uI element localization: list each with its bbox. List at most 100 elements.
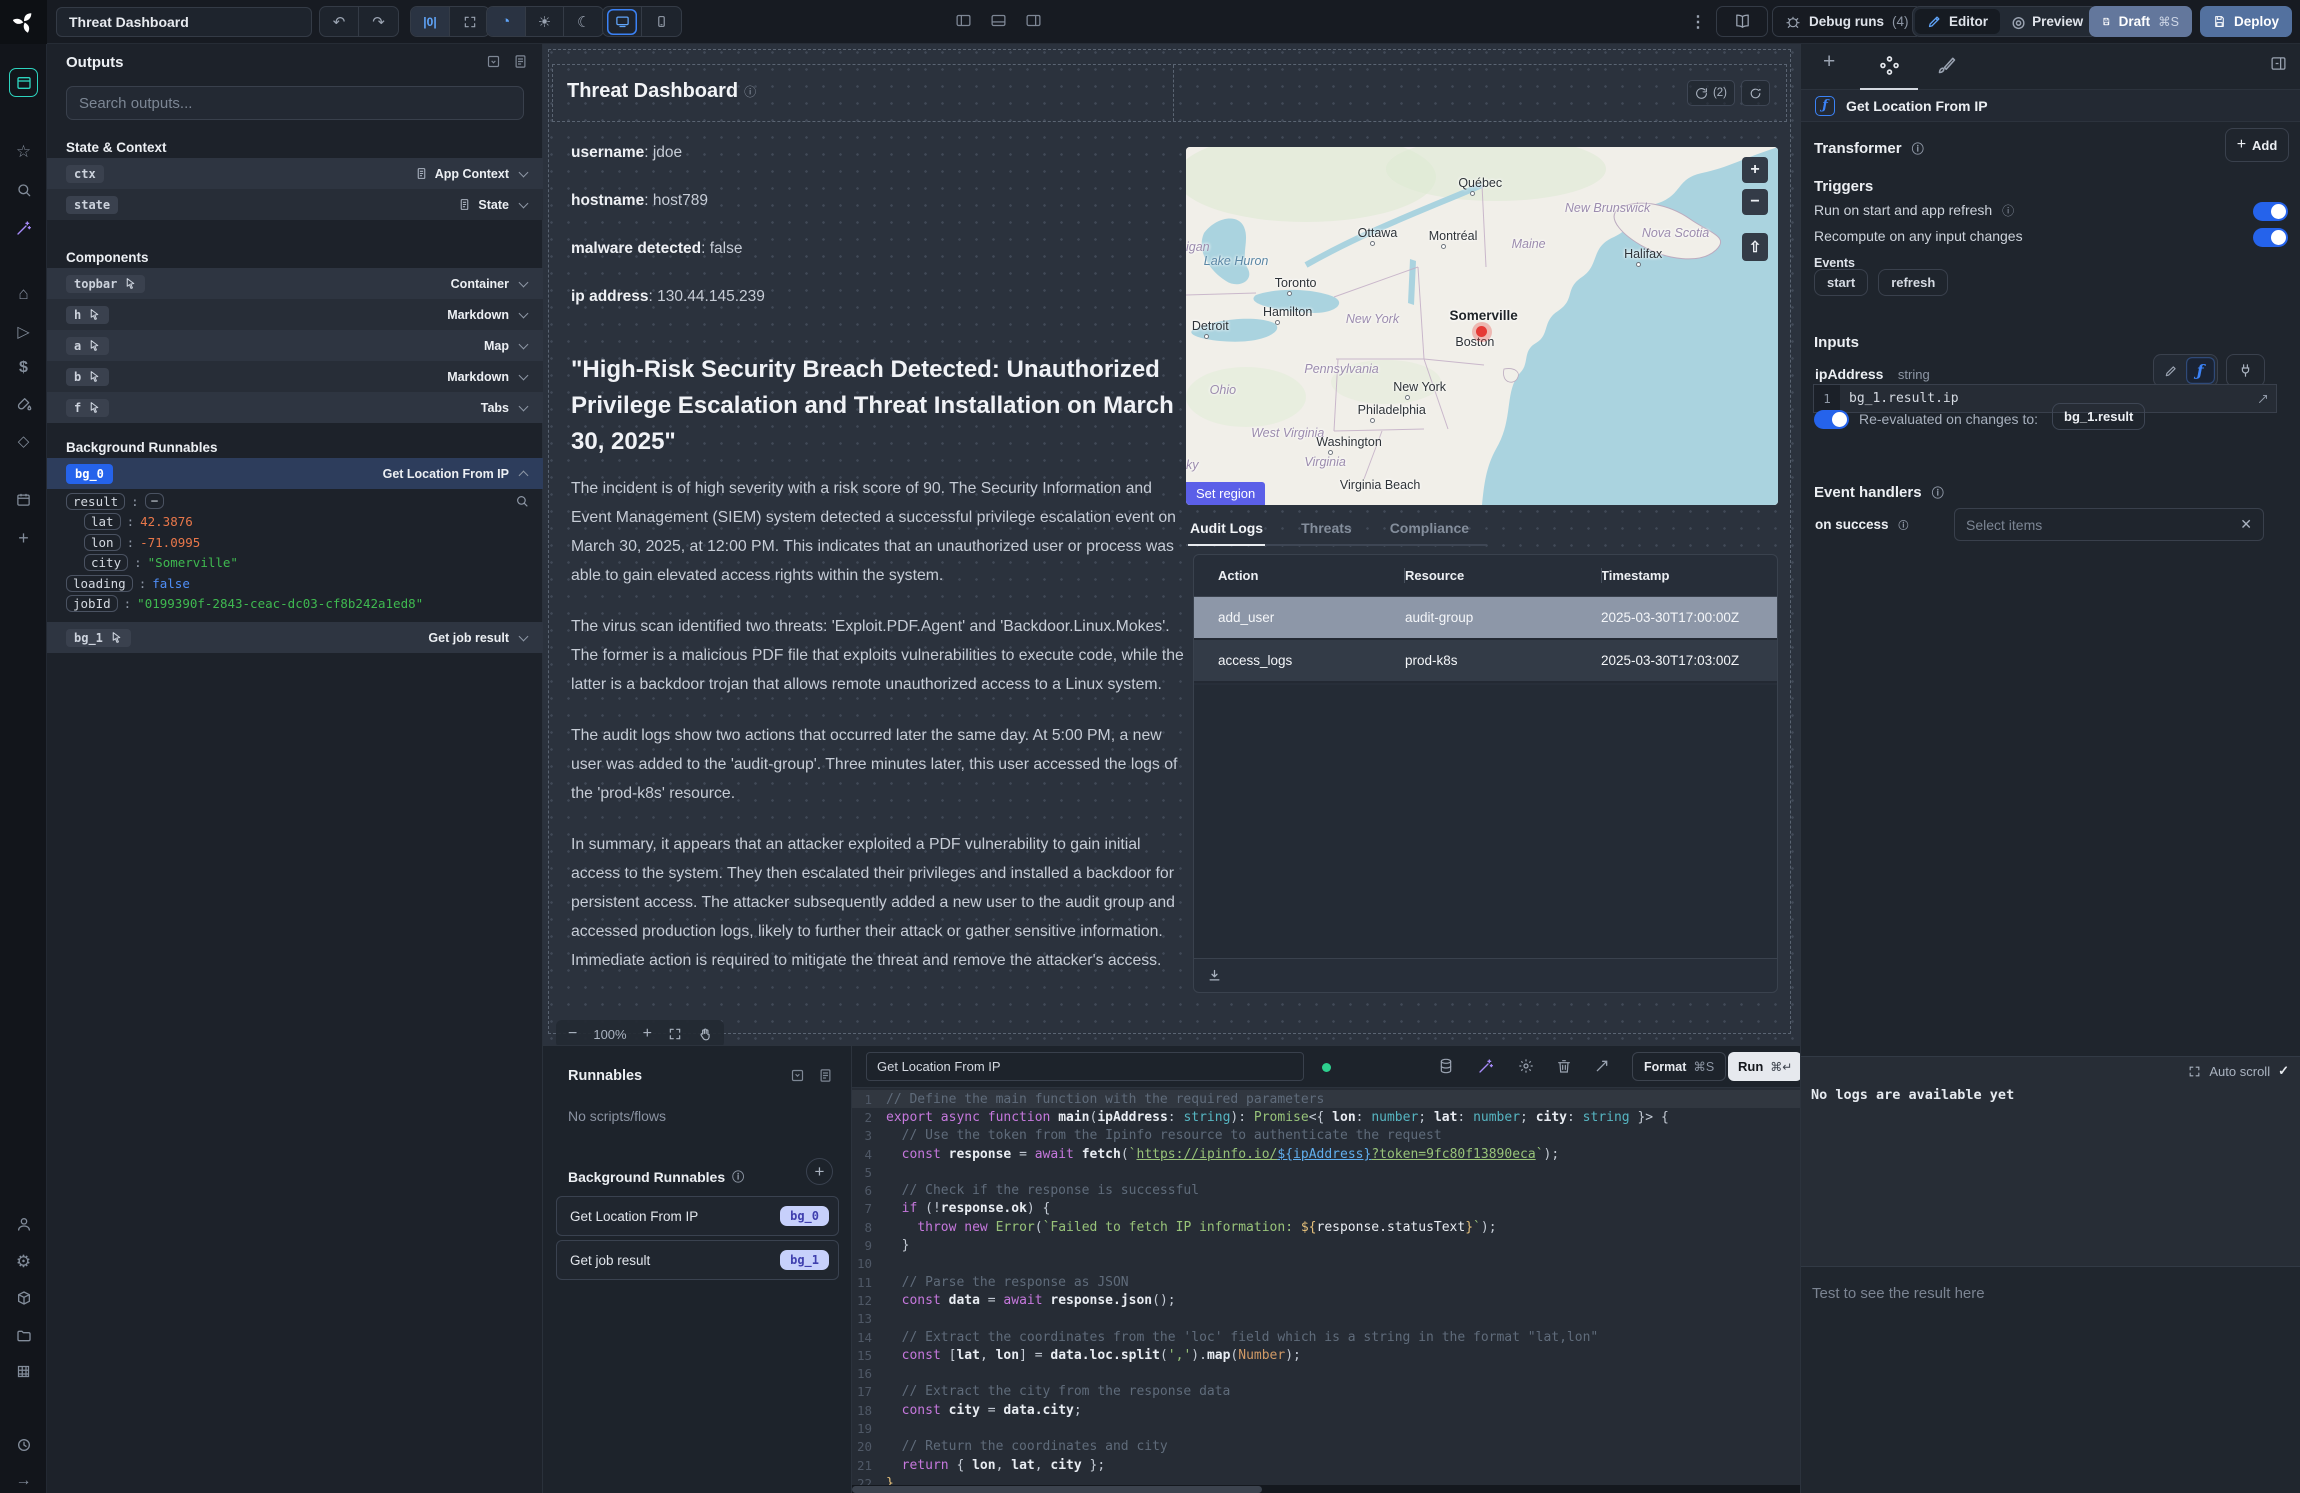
- recent-nav-item[interactable]: [0, 1437, 47, 1453]
- chevron-down-icon[interactable]: [519, 401, 529, 411]
- input-expression-editor[interactable]: 1 bg_1.result.ip: [1813, 384, 2277, 413]
- redo-button[interactable]: ↷: [359, 7, 398, 36]
- folders-nav-item[interactable]: [0, 1328, 47, 1344]
- preview-mode-tab[interactable]: ◎ Preview: [2000, 9, 2095, 34]
- tab-audit-logs[interactable]: Audit Logs: [1188, 514, 1265, 546]
- sidebar-row-topbar[interactable]: topbarContainer: [47, 268, 543, 299]
- format-button[interactable]: Format ⌘S: [1632, 1052, 1726, 1081]
- output-key-b[interactable]: b: [66, 368, 109, 386]
- chevron-down-icon[interactable]: [519, 308, 529, 318]
- debug-runs-button[interactable]: Debug runs (4): [1772, 6, 1922, 37]
- settings-nav-item[interactable]: ⚙: [0, 1252, 47, 1272]
- map-marker[interactable]: [1476, 326, 1487, 337]
- table-row[interactable]: add_useraudit-group2025-03-30T17:00:00Z: [1194, 597, 1777, 640]
- zoom-in-button[interactable]: +: [643, 1025, 652, 1043]
- runs-nav-item[interactable]: ▷: [0, 322, 47, 342]
- zoom-out-button[interactable]: −: [568, 1025, 577, 1043]
- fit-view-button[interactable]: [668, 1027, 682, 1041]
- chevron-down-icon[interactable]: [519, 277, 529, 287]
- output-key-state[interactable]: state: [66, 196, 118, 214]
- expr-input-mode[interactable]: ƒ: [2186, 357, 2216, 384]
- components-settings-tab[interactable]: [1879, 55, 1900, 76]
- set-region-button[interactable]: Set region: [1186, 482, 1265, 505]
- chevron-down-icon[interactable]: [519, 167, 529, 177]
- calendar-nav-item[interactable]: [0, 492, 47, 507]
- editor-settings-icon[interactable]: [1518, 1058, 1534, 1074]
- scrollbar-thumb[interactable]: [852, 1486, 1262, 1493]
- mobile-view-button[interactable]: [642, 7, 681, 36]
- pan-hand-button[interactable]: [698, 1027, 712, 1041]
- runnable-name-input[interactable]: [866, 1052, 1304, 1081]
- grid-nav-item[interactable]: [0, 1364, 47, 1379]
- theme-light-button[interactable]: ☀: [526, 7, 565, 36]
- auto-scroll-checkbox[interactable]: ✓: [2278, 1063, 2289, 1079]
- collapse-rail-item[interactable]: →: [0, 1472, 47, 1490]
- list-view-icon[interactable]: [513, 54, 528, 69]
- code-line[interactable]: 14 // Extract the coordinates from the '…: [852, 1328, 1800, 1346]
- run-on-start-toggle[interactable]: [2253, 202, 2288, 221]
- theme-auto-button[interactable]: ◔: [487, 7, 526, 36]
- windmill-logo[interactable]: [0, 0, 47, 44]
- json-field-result[interactable]: result:−: [47, 491, 543, 512]
- home-nav-item[interactable]: ⌂: [0, 284, 47, 304]
- json-field-loading[interactable]: loading:false: [47, 573, 543, 594]
- resources-nav-item[interactable]: [0, 396, 47, 412]
- code-line[interactable]: 19: [852, 1419, 1800, 1437]
- align-zero-button[interactable]: |0|: [411, 7, 450, 36]
- recompute-toggle[interactable]: [2253, 228, 2288, 247]
- sidebar-row-state[interactable]: stateState: [47, 189, 543, 220]
- refresh-app-button[interactable]: (2): [1687, 80, 1735, 106]
- app-canvas[interactable]: Threat Dashboard ⓘ (2) username: jdoehos…: [543, 44, 1800, 1045]
- search-nav-item[interactable]: [0, 182, 47, 198]
- code-area[interactable]: 1// Define the main function with the re…: [852, 1090, 1800, 1493]
- search-outputs-input[interactable]: [66, 86, 524, 120]
- app-title-input[interactable]: [56, 7, 312, 37]
- user-nav-item[interactable]: [0, 1216, 47, 1232]
- code-line[interactable]: 12 const data = await response.json();: [852, 1291, 1800, 1309]
- toggle-right-panel-button[interactable]: [1025, 12, 1042, 29]
- sidebar-row-bg_1[interactable]: bg_1Get job result: [47, 622, 543, 653]
- expand-expr-icon[interactable]: [2257, 393, 2276, 405]
- sidebar-row-a[interactable]: aMap: [47, 330, 543, 361]
- on-success-select[interactable]: Select items ✕: [1954, 508, 2264, 541]
- map-component[interactable]: QuébecNew BrunswickOttawaMontréalMaineNo…: [1186, 147, 1778, 505]
- variables-nav-item[interactable]: $: [0, 359, 47, 377]
- reeval-dependency-badge[interactable]: bg_1.result: [2052, 403, 2145, 430]
- expr-code[interactable]: bg_1.result.ip: [1840, 391, 2257, 406]
- json-field-lat[interactable]: lat:42.3876: [47, 512, 543, 533]
- cache-icon[interactable]: [1438, 1058, 1454, 1074]
- map-locate-button[interactable]: ⇧: [1742, 233, 1768, 261]
- chevron-down-icon[interactable]: [519, 370, 529, 380]
- chevron-down-icon[interactable]: [519, 198, 529, 208]
- sidebar-row-f[interactable]: fTabs: [47, 392, 543, 423]
- run-button[interactable]: Run ⌘↵: [1728, 1052, 1802, 1081]
- map-zoom-in-button[interactable]: +: [1742, 157, 1768, 183]
- desktop-view-button[interactable]: [603, 7, 642, 36]
- apps-nav-item[interactable]: [9, 68, 38, 97]
- tab-compliance[interactable]: Compliance: [1388, 514, 1471, 544]
- deploy-button[interactable]: Deploy: [2200, 6, 2292, 37]
- json-field-city[interactable]: city:"Somerville": [47, 553, 543, 574]
- code-line[interactable]: 6 // Check if the response is successful: [852, 1181, 1800, 1199]
- schedules-nav-item[interactable]: ◇: [0, 432, 47, 450]
- code-line[interactable]: 3 // Use the token from the Ipinfo resou…: [852, 1127, 1800, 1145]
- code-line[interactable]: 4 const response = await fetch(`https://…: [852, 1145, 1800, 1163]
- sidebar-row-b[interactable]: bMarkdown: [47, 361, 543, 392]
- expand-canvas-button[interactable]: [450, 7, 489, 36]
- code-line[interactable]: 2export async function main(ipAddress: s…: [852, 1108, 1800, 1126]
- collapse-panel-icon[interactable]: [790, 1068, 805, 1083]
- event-badge-start[interactable]: start: [1814, 269, 1868, 296]
- code-line[interactable]: 15 const [lat, lon] = data.loc.split(','…: [852, 1346, 1800, 1364]
- code-line[interactable]: 20 // Return the coordinates and city: [852, 1438, 1800, 1456]
- static-input-mode[interactable]: [2156, 357, 2186, 384]
- app-topbar-container[interactable]: Threat Dashboard ⓘ (2): [552, 64, 1787, 122]
- output-key-topbar[interactable]: topbar: [66, 275, 145, 293]
- audit-logs-table[interactable]: ActionResourceTimestamp add_useraudit-gr…: [1193, 554, 1778, 993]
- ai-wand-nav-item[interactable]: [0, 220, 47, 236]
- doc-panel-icon[interactable]: [818, 1068, 833, 1083]
- chevron-up-icon[interactable]: [519, 470, 529, 480]
- code-line[interactable]: 16: [852, 1364, 1800, 1382]
- sidebar-row-bg0[interactable]: bg_0 Get Location From IP: [47, 458, 543, 489]
- clear-select-icon[interactable]: ✕: [2240, 516, 2252, 533]
- more-menu-button[interactable]: ⋮: [1690, 12, 1706, 32]
